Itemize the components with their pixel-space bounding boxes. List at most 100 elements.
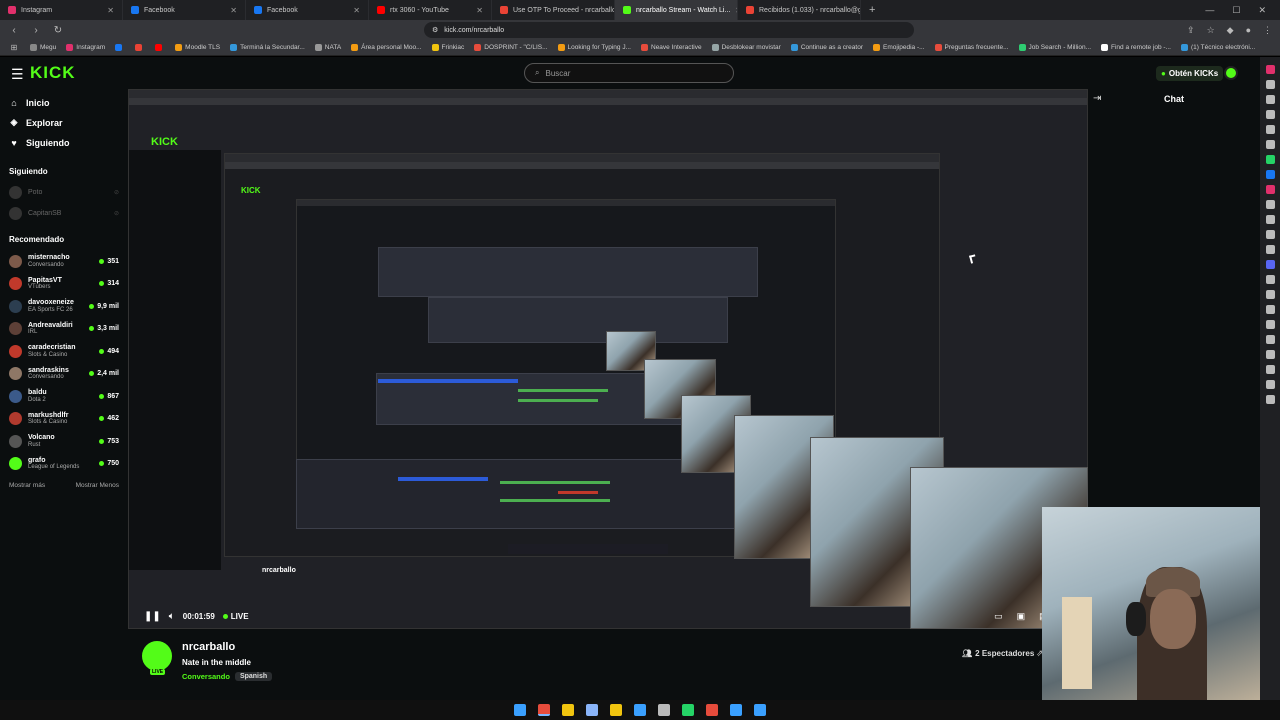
recommended-item[interactable]: davooxeneize EA Sports FC 26 9,9 mil xyxy=(0,295,128,318)
streamer-name[interactable]: nrcarballo xyxy=(182,641,272,653)
tab-close-icon[interactable]: ✕ xyxy=(107,6,114,15)
side-panel-app-icon[interactable] xyxy=(1265,380,1275,389)
taskbar-app-icon[interactable] xyxy=(586,704,598,716)
category-link[interactable]: Conversando xyxy=(182,672,230,681)
taskbar-app-icon[interactable] xyxy=(682,704,694,716)
recommended-item[interactable]: caradecristian Slots & Casino 494 xyxy=(0,340,128,363)
maximize-icon[interactable]: ☐ xyxy=(1232,5,1240,16)
taskbar-app-icon[interactable] xyxy=(634,704,646,716)
close-window-icon[interactable]: ✕ xyxy=(1258,5,1266,16)
side-panel-app-icon[interactable] xyxy=(1265,215,1275,224)
bookmark-item[interactable]: Emojipedia -... xyxy=(873,44,925,51)
bookmark-item[interactable] xyxy=(115,44,125,51)
recommended-item[interactable]: misternacho Conversando 351 xyxy=(0,250,128,273)
menu-icon[interactable]: ☰ xyxy=(11,66,24,83)
bookmark-item[interactable]: Megu xyxy=(30,44,56,51)
recommended-item[interactable]: markushdlfr Slots & Casino 462 xyxy=(0,408,128,431)
taskbar-app-icon[interactable] xyxy=(610,704,622,716)
recommended-item[interactable]: grafo League of Legends 750 xyxy=(0,453,128,476)
video-player[interactable]: KICK KICK nrcarballo xyxy=(128,89,1088,629)
reload-icon[interactable]: ↻ xyxy=(52,25,64,36)
forward-icon[interactable]: › xyxy=(30,25,42,36)
minimize-icon[interactable]: — xyxy=(1205,5,1214,16)
bookmark-item[interactable]: Find a remote job -... xyxy=(1101,44,1171,51)
side-panel-app-icon[interactable] xyxy=(1265,275,1275,284)
following-item[interactable]: CapitanSB ⊘ xyxy=(0,203,128,224)
side-panel-app-icon[interactable] xyxy=(1265,185,1275,194)
tab-close-icon[interactable]: ✕ xyxy=(230,6,237,15)
sidebar-item-inicio[interactable]: ⌂ Inicio xyxy=(9,96,119,109)
side-panel-app-icon[interactable] xyxy=(1265,80,1275,89)
side-panel-app-icon[interactable] xyxy=(1265,170,1275,179)
bookmark-item[interactable] xyxy=(135,44,145,51)
bookmark-item[interactable]: Frinkiac xyxy=(431,44,464,51)
get-kicks-button[interactable]: ● Obtén KICKs xyxy=(1156,66,1224,81)
bookmark-item[interactable]: Job Search - Million... xyxy=(1018,44,1091,51)
volume-icon[interactable]: 🔈︎ xyxy=(169,611,175,622)
back-icon[interactable]: ‹ xyxy=(8,25,20,36)
recommended-item[interactable]: Volcano Rust 753 xyxy=(0,430,128,453)
site-info-icon[interactable]: ⚙ xyxy=(432,26,438,34)
browser-tab[interactable]: Instagram ✕ xyxy=(0,0,123,20)
side-panel-app-icon[interactable] xyxy=(1265,110,1275,119)
side-panel-app-icon[interactable] xyxy=(1265,125,1275,134)
pause-icon[interactable]: ❚❚ xyxy=(144,611,161,622)
menu-dots-icon[interactable]: ⋮ xyxy=(1263,25,1272,36)
bookmark-item[interactable]: Instagram xyxy=(66,44,105,51)
language-tag[interactable]: Spanish xyxy=(234,672,273,681)
side-panel-app-icon[interactable] xyxy=(1265,245,1275,254)
browser-tab[interactable]: Facebook ✕ xyxy=(246,0,369,20)
following-item[interactable]: Poto ⊘ xyxy=(0,182,128,203)
url-field[interactable]: ⚙ kick.com/nrcarballo xyxy=(424,22,914,38)
bookmark-item[interactable]: Moodle TLS xyxy=(175,44,220,51)
taskbar-app-icon[interactable] xyxy=(730,704,742,716)
bookmark-item[interactable]: Desblokear movistar xyxy=(711,44,781,51)
tab-close-icon[interactable]: ✕ xyxy=(476,6,483,15)
recommended-item[interactable]: Andreavaldiri IRL 3,3 mil xyxy=(0,318,128,341)
side-panel-app-icon[interactable] xyxy=(1265,230,1275,239)
bookmark-item[interactable]: Área personal Moo... xyxy=(351,44,422,51)
apps-grid-icon[interactable]: ⊞ xyxy=(8,43,20,52)
profile-icon[interactable]: ● xyxy=(1246,25,1251,36)
taskbar-app-icon[interactable] xyxy=(658,704,670,716)
sidebar-item-siguiendo[interactable]: ♥ Siguiendo xyxy=(9,136,119,149)
side-panel-app-icon[interactable] xyxy=(1265,320,1275,329)
bookmark-item[interactable]: Preguntas frecuente... xyxy=(934,44,1009,51)
browser-tab[interactable]: Facebook ✕ xyxy=(123,0,246,20)
bookmark-item[interactable]: (1) Técnico electróni... xyxy=(1181,44,1255,51)
taskbar-app-icon[interactable] xyxy=(562,704,574,716)
theater-mode-icon[interactable]: ▭ xyxy=(994,611,1003,622)
side-panel-app-icon[interactable] xyxy=(1265,365,1275,374)
kick-logo[interactable]: KICK xyxy=(30,63,76,83)
bookmark-item[interactable]: Looking for Typing J... xyxy=(557,44,631,51)
share-icon[interactable]: ⇪ xyxy=(1187,25,1195,36)
bookmark-item[interactable]: Terminá la Secundar... xyxy=(230,44,305,51)
browser-tab[interactable]: rtx 3060 - YouTube ✕ xyxy=(369,0,492,20)
taskbar-app-icon[interactable] xyxy=(538,704,550,716)
side-panel-app-icon[interactable] xyxy=(1265,335,1275,344)
side-panel-app-icon[interactable] xyxy=(1265,290,1275,299)
taskbar-app-icon[interactable] xyxy=(706,704,718,716)
bookmark-item[interactable]: DOSPRINT - "C/LIS... xyxy=(474,44,548,51)
browser-tab[interactable]: Recibidos (1.033) - nrcarballo@gmai...✕ xyxy=(738,0,861,20)
new-tab-button[interactable]: + xyxy=(861,4,883,16)
recommended-item[interactable]: PapitasVT VTubers 314 xyxy=(0,273,128,296)
side-panel-app-icon[interactable] xyxy=(1265,200,1275,209)
browser-tab[interactable]: Use OTP To Proceed - nrcarballo@g...✕ xyxy=(492,0,615,20)
bookmark-item[interactable]: Neave Interactive xyxy=(641,44,702,51)
search-box[interactable]: ⌕ Buscar xyxy=(524,63,734,83)
side-panel-app-icon[interactable] xyxy=(1265,305,1275,314)
side-panel-app-icon[interactable] xyxy=(1265,350,1275,359)
recommended-item[interactable]: baldu Dota 2 867 xyxy=(0,385,128,408)
streamer-avatar[interactable]: LIVE xyxy=(140,639,174,675)
side-panel-app-icon[interactable] xyxy=(1265,155,1275,164)
show-less-link[interactable]: Mostrar Menos xyxy=(76,482,119,489)
show-more-link[interactable]: Mostrar más xyxy=(9,482,45,489)
side-panel-app-icon[interactable] xyxy=(1265,395,1275,404)
side-panel-app-icon[interactable] xyxy=(1265,95,1275,104)
extensions-icon[interactable]: ◆ xyxy=(1227,25,1234,36)
side-panel-app-icon[interactable] xyxy=(1265,140,1275,149)
bookmark-star-icon[interactable]: ☆ xyxy=(1207,25,1215,36)
bookmark-item[interactable]: NATA xyxy=(314,44,341,51)
side-panel-app-icon[interactable] xyxy=(1265,65,1275,74)
